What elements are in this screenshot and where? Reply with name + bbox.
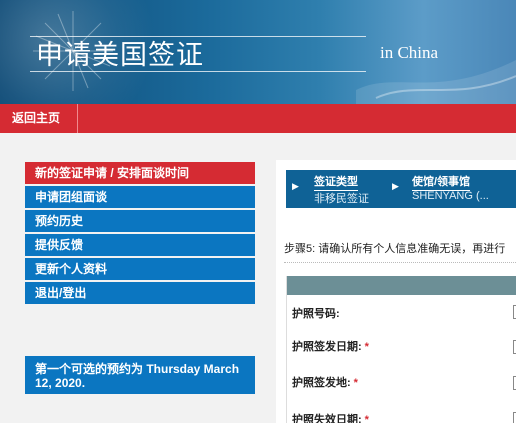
page-subtitle: in China: [380, 43, 439, 62]
nav-bar: 返回主页: [0, 104, 516, 133]
page-title: 申请美国签证: [36, 40, 204, 71]
appointment-notice: 第一个可选的预约为 Thursday March 12, 2020.: [25, 356, 255, 394]
divider: [284, 262, 516, 263]
passport-number-label: 护照号码:: [292, 308, 340, 320]
passport-issue-date-label: 护照签发日期: *: [292, 341, 369, 353]
passport-form: 护照号码: 护照签发日期: * 护照签发地: * 护照失效日期: *: [286, 276, 516, 423]
passport-issue-place-label: 护照签发地: *: [292, 377, 358, 389]
main-content: ▶ 签证类型 非移民签证 ▶ 使馆/领事馆 SHENYANG (... 步骤5:…: [276, 160, 516, 423]
required-marker: *: [353, 377, 358, 389]
header-banner: 申请美国签证 in China: [0, 0, 516, 104]
step-breadcrumb: ▶ 签证类型 非移民签证 ▶ 使馆/领事馆 SHENYANG (...: [286, 170, 516, 208]
required-marker: *: [364, 414, 369, 423]
step-value: 非移民签证: [314, 193, 369, 205]
title-rule-bottom: [30, 71, 366, 72]
step-instruction: 步骤5: 请确认所有个人信息准确无误，再进行: [284, 243, 506, 255]
sidebar-item-update-profile[interactable]: 更新个人资料: [25, 258, 255, 280]
sidebar-item-feedback[interactable]: 提供反馈: [25, 234, 255, 256]
home-link[interactable]: 返回主页: [0, 104, 78, 133]
sidebar-item-appointment-history[interactable]: 预约历史: [25, 210, 255, 232]
sidebar-item-new-application[interactable]: 新的签证申请 / 安排面谈时间: [25, 162, 255, 184]
step-label: 签证类型: [314, 173, 358, 191]
sidebar-item-logout[interactable]: 退出/登出: [25, 282, 255, 304]
passport-expiry-date-label: 护照失效日期: *: [292, 411, 369, 423]
sidebar-item-group-interview[interactable]: 申请团组面谈: [25, 186, 255, 208]
step-arrow-icon: ▶: [292, 181, 299, 191]
step-value: SHENYANG (...: [412, 190, 489, 202]
step-label: 使馆/领事馆: [412, 173, 471, 191]
step-arrow-icon: ▶: [392, 181, 399, 191]
sidebar-menu: 新的签证申请 / 安排面谈时间 申请团组面谈 预约历史 提供反馈 更新个人资料 …: [25, 162, 255, 306]
required-marker: *: [364, 341, 369, 353]
form-header-bar: [287, 276, 516, 295]
